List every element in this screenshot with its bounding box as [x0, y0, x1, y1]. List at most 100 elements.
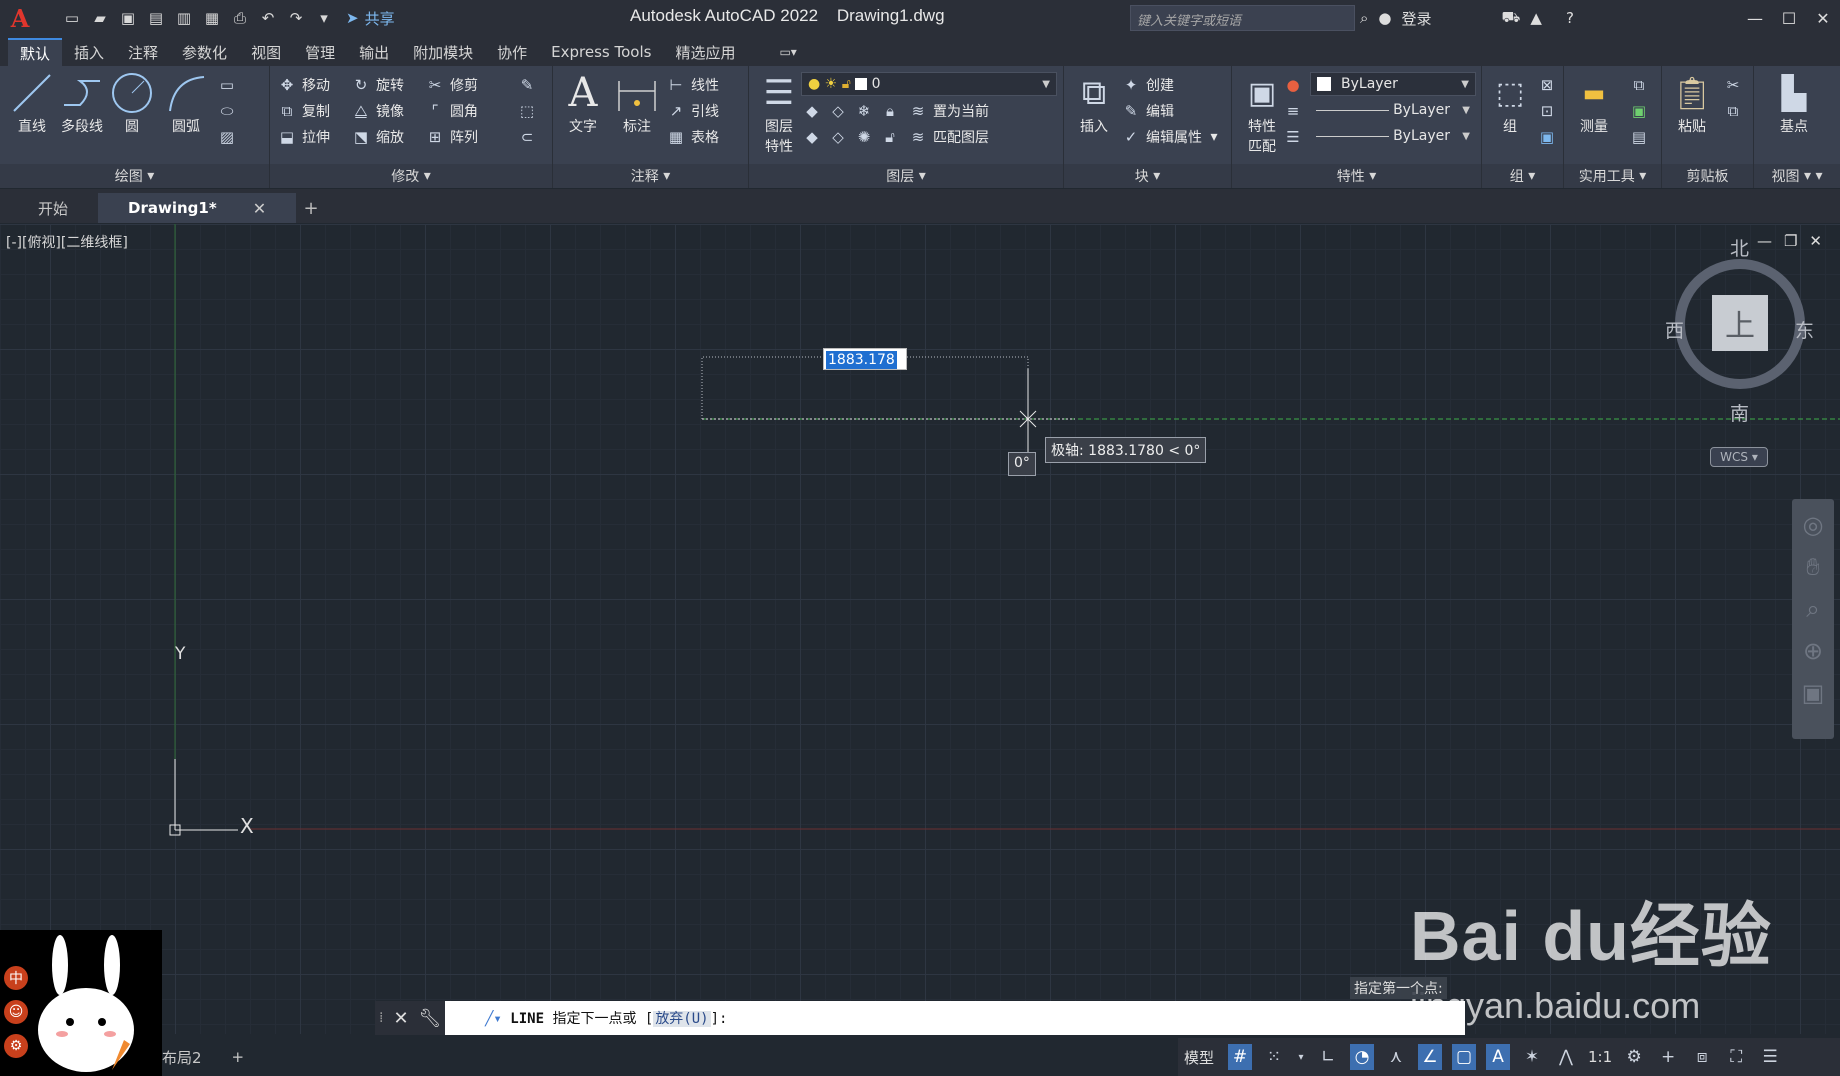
wcs-menu[interactable]: WCS ▾	[1710, 447, 1768, 467]
ribbon-tab-4[interactable]: 视图	[239, 38, 293, 66]
command-close-icon[interactable]: ✕	[393, 1008, 408, 1029]
color-wheel-icon[interactable]: ●	[1282, 72, 1304, 98]
polyline-button[interactable]: 多段线	[56, 70, 108, 136]
match-properties-button[interactable]: ▣ 特性 匹配	[1236, 70, 1288, 156]
scale-button[interactable]: ⬔ 缩放	[350, 124, 404, 150]
calculator-icon[interactable]: ▤	[1628, 124, 1650, 150]
linear-dim-button[interactable]: ⊢ 线性	[665, 72, 719, 98]
copy-clip-icon[interactable]: ⧉	[1722, 98, 1744, 124]
color-dropdown[interactable]: ByLayer ▼	[1310, 72, 1476, 96]
edit-attributes-button[interactable]: ✓ 编辑属性 ▾	[1120, 124, 1218, 150]
minimize-icon[interactable]: —	[1738, 0, 1772, 36]
autocad-logo-icon[interactable]: A	[0, 0, 40, 36]
panel-block-title[interactable]: 块 ▾	[1064, 164, 1231, 188]
open-folder-icon[interactable]: ▰	[88, 6, 112, 30]
fullscreen-icon[interactable]: ⛶	[1724, 1044, 1748, 1070]
orbit-icon[interactable]: ⊕	[1803, 637, 1823, 665]
arc-button[interactable]: 圆弧	[160, 70, 212, 136]
paste-button[interactable]: 📋︎ 粘贴	[1666, 70, 1718, 136]
ribbon-tab-3[interactable]: 参数化	[170, 38, 239, 66]
copy-button[interactable]: ⧉ 复制	[276, 98, 330, 124]
erase-button[interactable]: ✎	[516, 72, 538, 98]
user-icon[interactable]: ●	[1378, 9, 1391, 27]
polar-tracking-icon[interactable]: ◔	[1350, 1044, 1375, 1070]
panel-annotation-title[interactable]: 注释 ▾	[553, 164, 748, 188]
offset-button[interactable]: ⊂	[516, 124, 538, 150]
redo-icon[interactable]: ↷	[284, 6, 308, 30]
command-option-undo[interactable]: 放弃(U)	[653, 1011, 711, 1027]
snap-icon[interactable]: ⁙	[1262, 1044, 1286, 1070]
steering-wheel-icon[interactable]: ◎	[1803, 511, 1824, 539]
leader-button[interactable]: ↗ 引线	[665, 98, 719, 124]
save-icon[interactable]: ▣	[116, 6, 140, 30]
zoom-extents-icon[interactable]: ⌕	[1806, 595, 1819, 623]
dimension-button[interactable]: 标注	[611, 70, 663, 136]
workspace-gear-icon[interactable]: ⚙	[1622, 1044, 1646, 1070]
layer-dropdown[interactable]: ● ☀ 🔓︎ 0 ▼	[801, 72, 1057, 96]
save-as-icon[interactable]: ▤	[144, 6, 168, 30]
group-edit-icon[interactable]: ⊡	[1536, 98, 1558, 124]
line-button[interactable]: 直线	[6, 70, 58, 136]
pan-hand-icon[interactable]: ✋︎	[1806, 553, 1820, 581]
explode-button[interactable]: ⬚	[516, 98, 538, 124]
layer-off-icon[interactable]: ◆	[801, 100, 823, 122]
publish-icon[interactable]: ▥	[172, 6, 196, 30]
close-tab-icon[interactable]: ✕	[253, 199, 266, 218]
circle-button[interactable]: 圆	[106, 70, 158, 136]
panel-view-title[interactable]: 视图 ▾ ▾	[1754, 164, 1840, 188]
ribbon-tab-0[interactable]: 默认	[8, 38, 63, 66]
model-space-button[interactable]: 模型	[1184, 1047, 1214, 1068]
base-button[interactable]: ▙ 基点	[1768, 70, 1820, 136]
ribbon-tab-8[interactable]: 协作	[485, 38, 539, 66]
annotation-visibility-icon[interactable]: A	[1486, 1044, 1511, 1070]
ime-emoji-icon[interactable]: ☺	[4, 1000, 28, 1024]
help-icon[interactable]: ?	[1566, 9, 1574, 27]
autodesk-icon[interactable]: ▲	[1530, 9, 1542, 27]
panel-layers-title[interactable]: 图层 ▾	[749, 164, 1063, 188]
layer-on-icon[interactable]: ◆	[801, 126, 823, 148]
lineweight-dropdown[interactable]: ByLayer ▼	[1310, 124, 1476, 148]
ribbon-tab-10[interactable]: 精选应用	[663, 38, 747, 66]
ribbon-tab-9[interactable]: Express Tools	[539, 38, 663, 66]
object-snap-icon[interactable]: ▢	[1452, 1044, 1477, 1070]
mirror-button[interactable]: ⧋ 镜像	[350, 98, 404, 124]
group-button[interactable]: ⬚ 组	[1484, 70, 1536, 136]
ungroup-icon[interactable]: ⊠	[1536, 72, 1558, 98]
layer-unlock-icon[interactable]: 🔓︎	[879, 126, 901, 148]
cut-icon[interactable]: ✂	[1722, 72, 1744, 98]
cart-icon[interactable]: ⛟	[1502, 8, 1521, 28]
grid-icon[interactable]: #	[1228, 1044, 1253, 1070]
command-customize-icon[interactable]: 🔧︎	[419, 1008, 442, 1029]
tab-layout2[interactable]: 布局2	[162, 1047, 202, 1068]
table-button[interactable]: ▦ 表格	[665, 124, 719, 150]
panel-groups-title[interactable]: 组 ▾	[1482, 164, 1563, 188]
linetype-dropdown[interactable]: ByLayer ▼	[1310, 98, 1476, 122]
showmotion-icon[interactable]: ▣	[1802, 679, 1825, 707]
viewcube-top-face[interactable]: 上	[1712, 295, 1768, 351]
move-button[interactable]: ✥ 移动	[276, 72, 330, 98]
insert-button[interactable]: ⧉ 插入	[1068, 70, 1120, 136]
layer-properties-button[interactable]: ☰ 图层 特性	[753, 70, 805, 156]
layer-freeze-icon[interactable]: ❄	[853, 100, 875, 122]
ortho-icon[interactable]: ∟	[1316, 1044, 1340, 1070]
isodraft-icon[interactable]: ⋏	[1384, 1044, 1408, 1070]
share-button[interactable]: ➤ 共享	[346, 8, 395, 29]
panel-modify-title[interactable]: 修改 ▾	[270, 164, 552, 188]
viewcube[interactable]: 上 北 南 东 西	[1660, 234, 1820, 425]
layer-thaw-icon[interactable]: ✺	[853, 126, 875, 148]
compass-west[interactable]: 西	[1665, 316, 1684, 343]
ribbon-tab-2[interactable]: 注释	[116, 38, 170, 66]
annotation-monitor-icon[interactable]: +	[1656, 1044, 1680, 1070]
object-snap-tracking-icon[interactable]: ∠	[1418, 1044, 1443, 1070]
close-icon[interactable]: ✕	[1806, 0, 1840, 36]
ime-settings-icon[interactable]: ⚙	[4, 1034, 28, 1058]
annotation-scale-icon[interactable]: ⋀	[1554, 1044, 1578, 1070]
export-icon[interactable]: ▦	[200, 6, 224, 30]
panel-utilities-title[interactable]: 实用工具 ▾	[1564, 164, 1661, 188]
edit-block-button[interactable]: ✎ 编辑	[1120, 98, 1174, 124]
compass-north[interactable]: 北	[1730, 234, 1749, 261]
match-layer-button[interactable]: ≋ 匹配图层	[907, 124, 989, 150]
compass-east[interactable]: 东	[1795, 316, 1814, 343]
fillet-button[interactable]: ⌜ 圆角	[424, 98, 478, 124]
panel-draw-title[interactable]: 绘图 ▾	[0, 164, 269, 188]
